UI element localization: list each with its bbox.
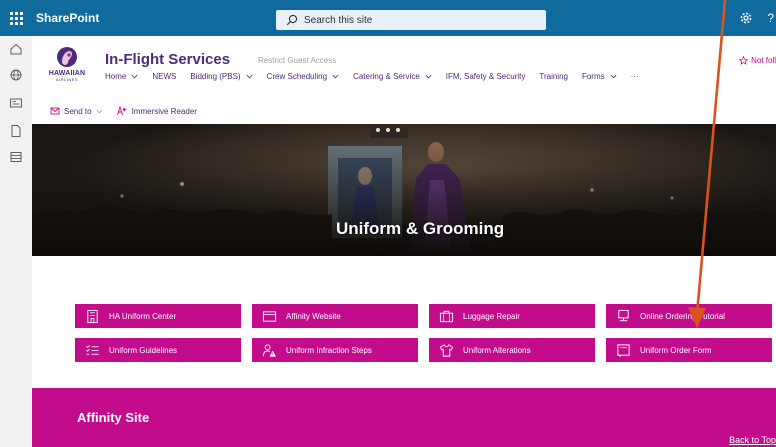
quick-link-label: Uniform Guidelines: [109, 345, 178, 355]
site-title[interactable]: In-Flight Services: [105, 51, 230, 68]
form-icon: [617, 343, 630, 357]
nav-item-label: ···: [630, 72, 639, 81]
quick-link-button[interactable]: Affinity Website: [252, 304, 418, 328]
nav-item[interactable]: IFM, Safety & Security: [446, 72, 526, 81]
chevron-down-icon: [246, 74, 252, 79]
logo-subtext: AIRLINES: [55, 77, 79, 82]
affinity-section-title: Affinity Site: [77, 410, 150, 425]
quick-link-label: Uniform Infraction Steps: [286, 345, 372, 355]
nav-item-label: Home: [105, 72, 127, 81]
site-header: HAWAIIAN AIRLINES In-Flight Services Res…: [32, 36, 776, 94]
nav-item-label: Crew Scheduling: [266, 72, 328, 81]
page-content: HAWAIIAN AIRLINES In-Flight Services Res…: [32, 36, 776, 447]
shirt-icon: [439, 343, 454, 357]
quick-link-label: HA Uniform Center: [109, 311, 177, 321]
left-rail: [0, 36, 32, 447]
quick-link-label: Luggage Repair: [463, 311, 520, 321]
follow-button[interactable]: Not foll: [739, 56, 776, 65]
chevron-down-icon: [96, 109, 102, 113]
building-icon: [87, 309, 98, 323]
site-logo[interactable]: HAWAIIAN AIRLINES: [44, 46, 90, 92]
globe-icon[interactable]: [9, 68, 23, 82]
quick-link-label: Online Ordering Tutorial: [640, 311, 725, 321]
send-to-button[interactable]: Send to: [50, 106, 107, 116]
app-launcher-icon: [9, 11, 23, 25]
suite-bar: SharePoint ?: [0, 0, 776, 36]
nav-item[interactable]: Bidding (PBS): [190, 72, 252, 81]
nav-item-label: Training: [539, 72, 568, 81]
site-classification-badge: Restrict Guest Access: [258, 56, 337, 65]
quick-link-button[interactable]: Uniform Guidelines: [75, 338, 241, 362]
send-to-icon: [50, 107, 60, 115]
help-icon[interactable]: ?: [767, 11, 774, 25]
search-icon: [286, 14, 298, 26]
person-warning-icon: [262, 343, 277, 357]
nav-item[interactable]: Catering & Service: [353, 72, 432, 81]
nav-item[interactable]: Forms: [582, 72, 617, 81]
app-launcher-button[interactable]: [0, 0, 32, 36]
quick-link-label: Affinity Website: [286, 311, 341, 321]
command-bar: Send to Immersive Reader: [32, 98, 776, 124]
settings-gear-icon[interactable]: [739, 11, 753, 25]
quick-link-label: Uniform Alterations: [463, 345, 531, 355]
star-icon: [739, 56, 749, 65]
nav-item[interactable]: NEWS: [152, 72, 176, 81]
back-to-top-link[interactable]: Back to Top: [729, 435, 776, 445]
immersive-reader-label: Immersive Reader: [131, 106, 197, 116]
logo-text: HAWAIIAN: [48, 70, 86, 77]
chevron-down-icon: [610, 74, 617, 79]
quick-link-button[interactable]: Uniform Infraction Steps: [252, 338, 418, 362]
hero-title: Uniform & Grooming: [336, 219, 505, 238]
monitor-icon: [618, 309, 629, 321]
quick-link-button[interactable]: Uniform Order Form: [606, 338, 772, 362]
website-icon: [262, 310, 277, 322]
search-box[interactable]: [276, 10, 546, 30]
nav-item[interactable]: Training: [539, 72, 568, 81]
luggage-icon: [439, 310, 454, 322]
nav-item[interactable]: Crew Scheduling: [267, 72, 339, 81]
news-icon[interactable]: [9, 96, 23, 110]
document-icon[interactable]: [9, 124, 23, 138]
quick-link-label: Uniform Order Form: [640, 345, 712, 355]
chevron-down-icon: [332, 74, 339, 79]
site-navigation: Home NEWS Bidding (PBS) Crew Scheduling Cate…: [105, 72, 653, 81]
nav-item-label: Bidding (PBS): [190, 72, 241, 81]
search-input[interactable]: [304, 14, 524, 26]
nav-item-label: NEWS: [152, 72, 177, 81]
follow-label: Not foll: [751, 56, 776, 65]
affinity-section: Affinity Site Back to Top: [32, 388, 776, 447]
send-to-label: Send to: [64, 106, 92, 116]
chevron-down-icon: [425, 74, 432, 79]
nav-item-label: IFM, Safety & Security: [445, 72, 526, 81]
hero-banner: Uniform & Grooming: [32, 124, 776, 256]
quick-link-button[interactable]: Online Ordering Tutorial: [606, 304, 772, 328]
immersive-reader-icon: [116, 106, 127, 116]
immersive-reader-button[interactable]: Immersive Reader: [116, 106, 197, 116]
checklist-icon: [86, 344, 99, 355]
chevron-down-icon: [131, 74, 138, 79]
nav-item-label: Catering & Service: [353, 72, 420, 81]
quick-link-button[interactable]: HA Uniform Center: [75, 304, 241, 328]
list-icon[interactable]: [9, 150, 23, 164]
home-icon[interactable]: [9, 42, 23, 56]
nav-item[interactable]: Home: [105, 72, 138, 81]
nav-item[interactable]: ···: [631, 72, 639, 81]
quick-link-button[interactable]: Luggage Repair: [429, 304, 595, 328]
app-name[interactable]: SharePoint: [36, 11, 99, 25]
quick-link-button[interactable]: Uniform Alterations: [429, 338, 595, 362]
hawaiian-logo-icon: [57, 47, 77, 67]
nav-item-label: Forms: [581, 72, 605, 81]
